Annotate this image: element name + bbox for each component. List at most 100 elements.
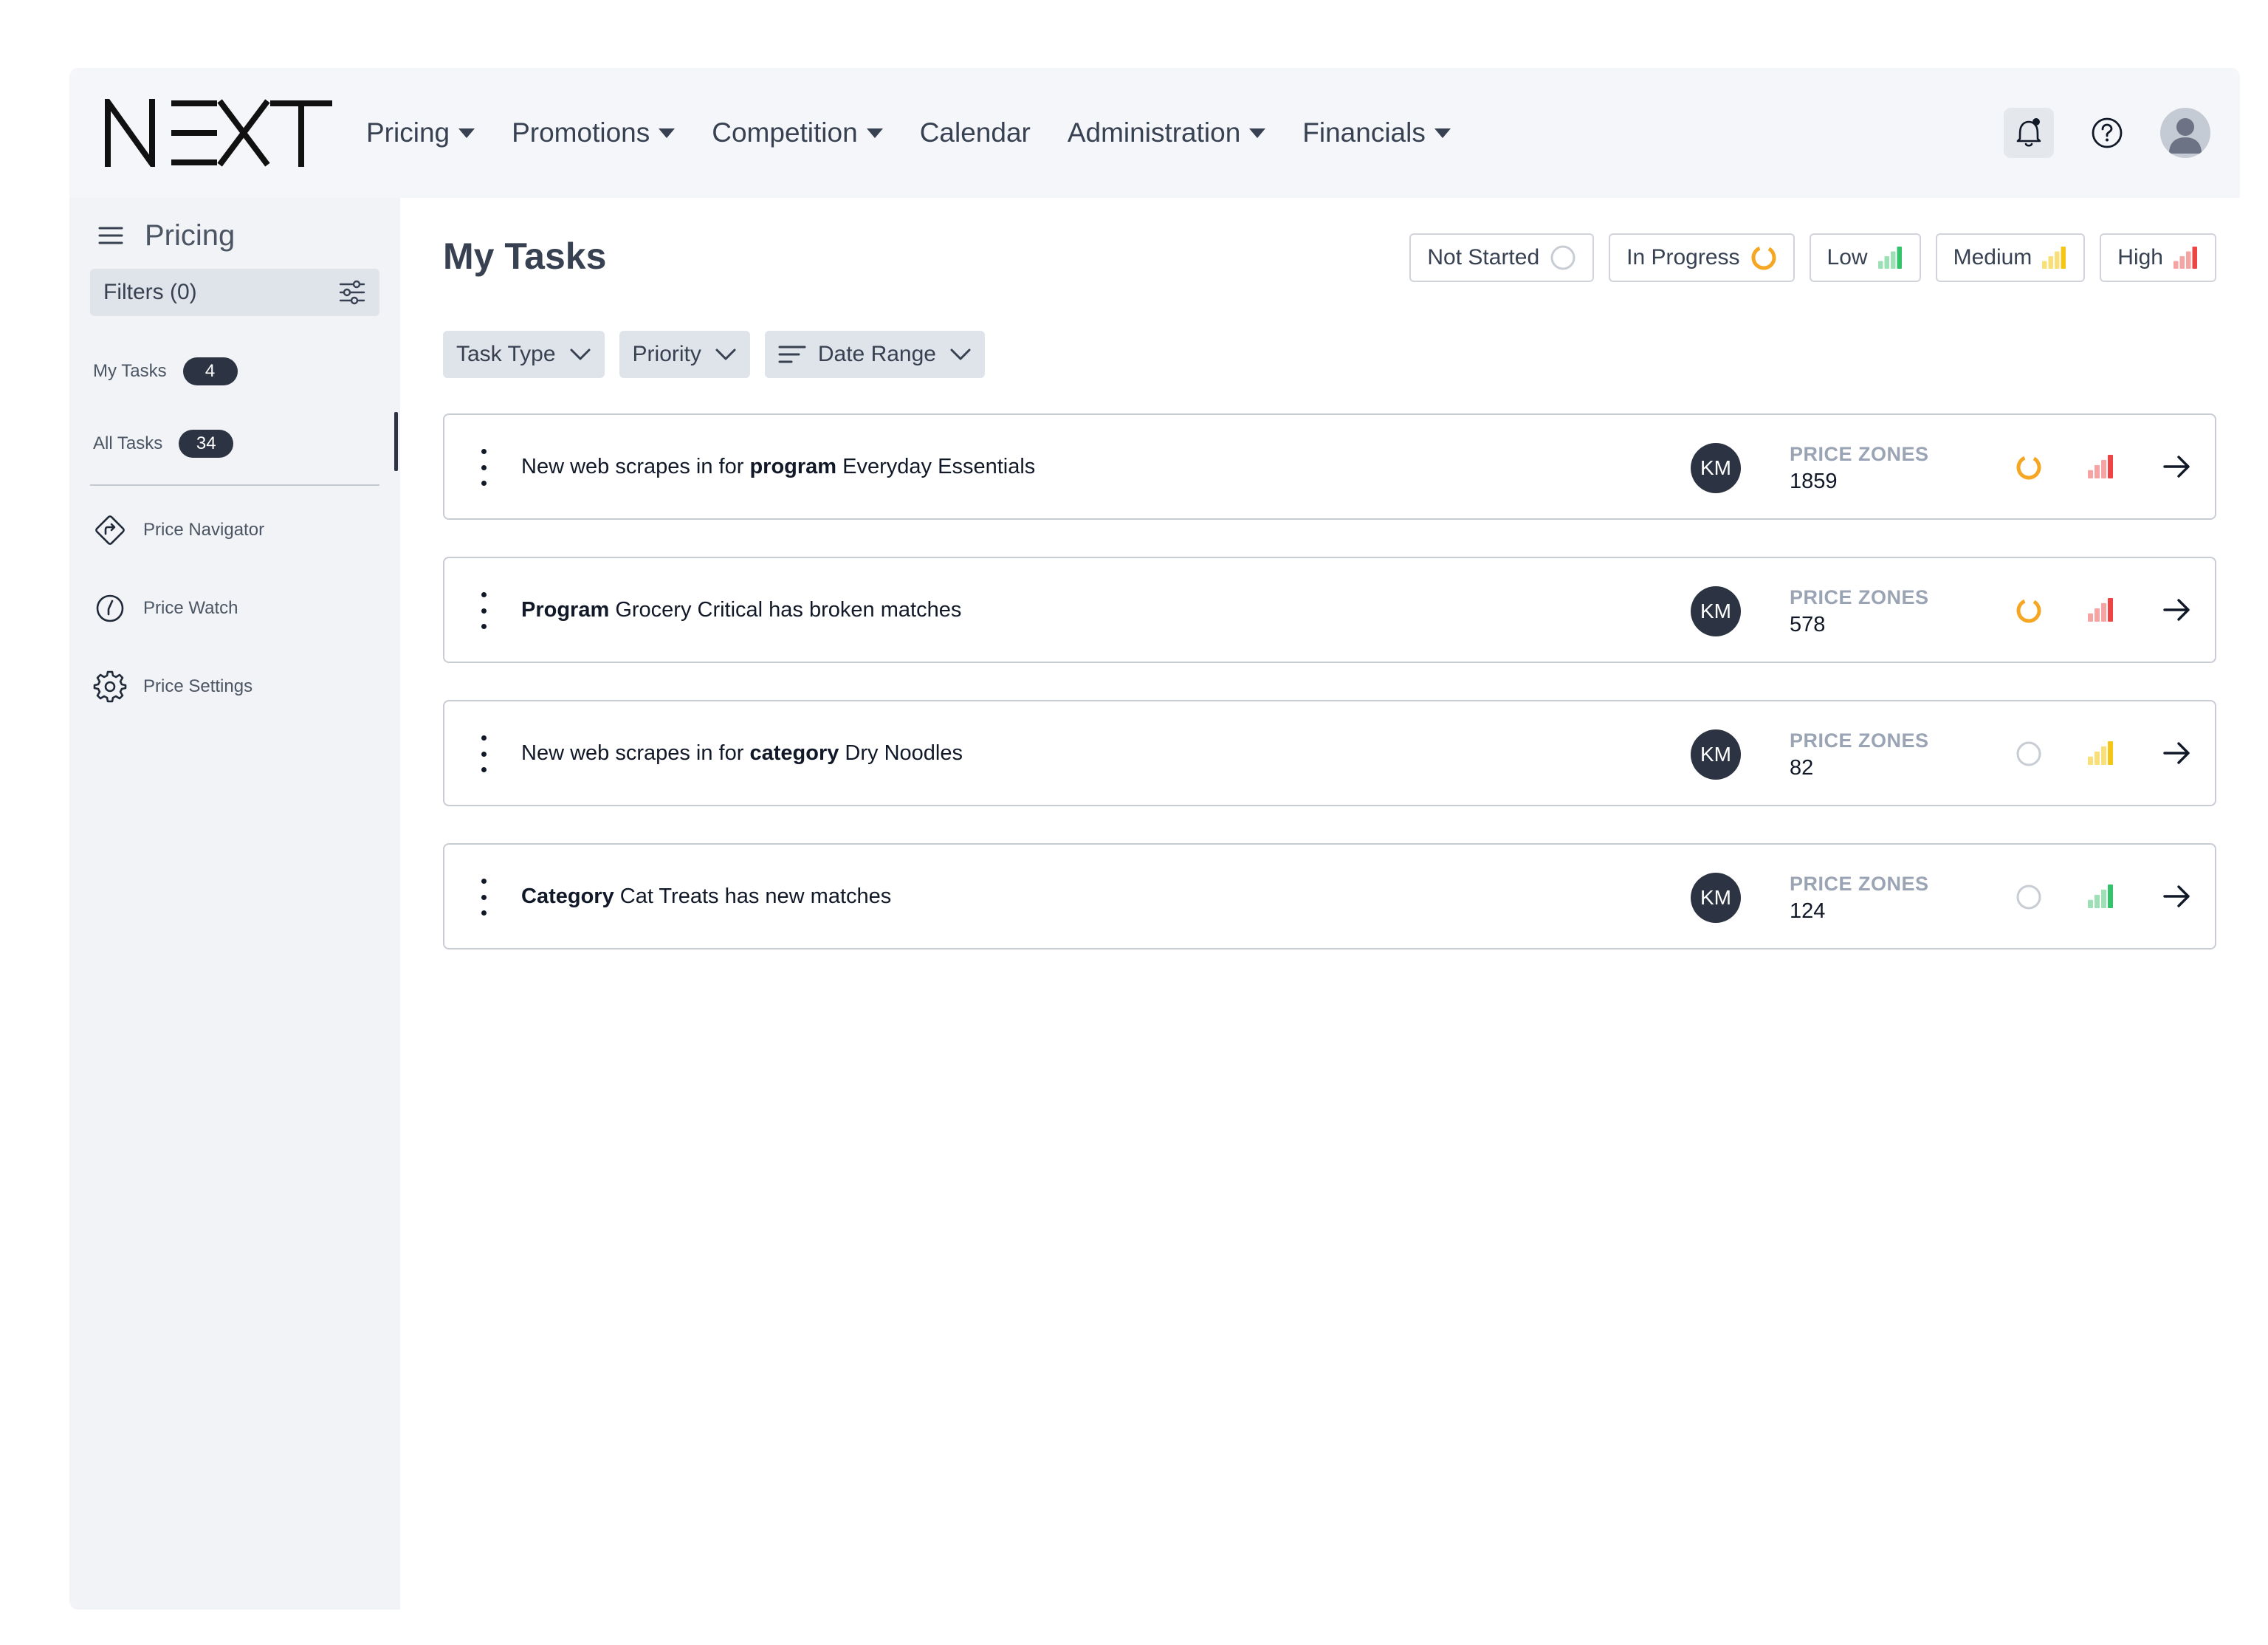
task-card[interactable]: Program Grocery Critical has broken matc… (443, 557, 2216, 663)
nav-promotions[interactable]: Promotions (512, 117, 676, 148)
arrow-right-icon[interactable] (2159, 879, 2194, 914)
chevron-down-icon (715, 348, 737, 361)
date-range-filter[interactable]: Date Range (764, 331, 985, 378)
priority-low-icon (2088, 884, 2114, 908)
sidebar: Pricing Filters (0) My Tasks 4 All Tasks 34 (69, 198, 400, 1610)
kebab-menu-icon[interactable] (478, 735, 489, 772)
caret-down-icon (866, 128, 883, 138)
assignee-avatar[interactable]: KM (1691, 586, 1741, 636)
filters-button[interactable]: Filters (0) (90, 269, 379, 316)
not-started-icon (1550, 244, 1576, 271)
task-type-filter[interactable]: Task Type (443, 331, 605, 378)
task-text-entity: Category (521, 884, 614, 908)
nav-label: Calendar (919, 117, 1031, 148)
priority-low-icon (1877, 247, 1903, 269)
priority-filter-label: Priority (632, 342, 701, 366)
gear-icon (93, 670, 127, 704)
legend-label: In Progress (1626, 245, 1740, 269)
priority-filter[interactable]: Priority (619, 331, 750, 378)
legend-label: Not Started (1427, 245, 1540, 269)
task-card[interactable]: New web scrapes in for program Everyday … (443, 413, 2216, 520)
priority-high-icon (2088, 454, 2114, 478)
not-started-status-icon (2016, 741, 2042, 767)
caret-down-icon (659, 128, 676, 138)
assignee-avatar[interactable]: KM (1691, 729, 1741, 780)
arrow-right-icon[interactable] (2159, 592, 2194, 628)
sidebar-header: Pricing (97, 211, 235, 260)
nav-label: Promotions (512, 117, 650, 148)
arrow-right-icon[interactable] (2159, 449, 2194, 484)
top-icons (1976, 68, 2210, 198)
sidebar-item-price-navigator[interactable]: Price Navigator (93, 508, 382, 552)
price-zones-label: PRICE ZONES (1790, 586, 1929, 608)
sidebar-item-all-tasks[interactable]: All Tasks 34 (93, 425, 382, 462)
legend-priority-high[interactable]: High (2100, 233, 2216, 282)
sidebar-item-price-settings[interactable]: Price Settings (93, 664, 382, 709)
main-nav: Pricing Promotions Competition Calendar Admi… (366, 68, 1488, 198)
sidebar-item-price-watch[interactable]: Price Watch (93, 586, 382, 631)
price-zones-value: 1859 (1790, 470, 1838, 493)
kebab-menu-icon[interactable] (478, 592, 489, 629)
task-text-post: Everyday Essentials (836, 454, 1036, 478)
task-card[interactable]: New web scrapes in for category Dry Nood… (443, 700, 2216, 806)
price-zones-label: PRICE ZONES (1790, 443, 1929, 465)
nav-calendar[interactable]: Calendar (920, 117, 1031, 148)
help-icon[interactable] (2082, 108, 2132, 158)
user-icon (2169, 118, 2202, 154)
task-description: Program Grocery Critical has broken matc… (521, 558, 961, 662)
arrow-right-icon[interactable] (2159, 735, 2194, 771)
top-bar: Pricing Promotions Competition Calendar Admi… (69, 68, 2240, 198)
sidebar-item-label: Price Settings (143, 676, 253, 696)
task-card[interactable]: Category Cat Treats has new matches KM PRI… (443, 843, 2216, 949)
price-zones-label: PRICE ZONES (1790, 873, 1929, 895)
assignee-avatar[interactable]: KM (1691, 873, 1741, 923)
filters-label: Filters (0) (103, 280, 197, 304)
legend-status-not-started[interactable]: Not Started (1409, 233, 1595, 282)
nav-administration[interactable]: Administration (1067, 117, 1266, 148)
legend-label: Medium (1953, 245, 2032, 269)
caret-down-icon (1249, 128, 1266, 138)
task-text-post: Grocery Critical has broken matches (609, 597, 962, 622)
user-avatar[interactable] (2160, 108, 2210, 158)
assignee-avatar[interactable]: KM (1691, 443, 1741, 493)
nav-competition[interactable]: Competition (712, 117, 883, 148)
task-description: New web scrapes in for category Dry Nood… (521, 701, 963, 805)
nav-label: Administration (1067, 117, 1241, 148)
sidebar-title: Pricing (145, 219, 236, 252)
nav-financials[interactable]: Financials (1302, 117, 1451, 148)
priority-high-icon (2088, 597, 2114, 622)
sidebar-links: Price Navigator Price Watch Price Settin… (93, 508, 382, 743)
legend-priority-low[interactable]: Low (1809, 233, 1921, 282)
navigator-icon (93, 513, 127, 547)
sort-lines-icon (778, 344, 806, 365)
in-progress-status-icon (2016, 454, 2042, 481)
chevron-down-icon (949, 348, 972, 361)
kebab-menu-icon[interactable] (478, 879, 489, 916)
price-zones-value: 82 (1790, 756, 1814, 780)
task-description: New web scrapes in for program Everyday … (521, 415, 1035, 518)
sidebar-item-my-tasks[interactable]: My Tasks 4 (93, 353, 382, 390)
kebab-menu-icon[interactable] (478, 449, 489, 486)
next-logo[interactable] (103, 99, 332, 167)
nav-label: Pricing (366, 117, 450, 148)
hamburger-icon[interactable] (97, 225, 124, 246)
legend-status-in-progress[interactable]: In Progress (1609, 233, 1795, 282)
priority-medium-icon (2042, 247, 2067, 269)
legend-label: High (2117, 245, 2163, 269)
sidebar-task-counts: My Tasks 4 All Tasks 34 (93, 353, 382, 498)
sidebar-divider (90, 484, 379, 486)
count-badge: 34 (179, 430, 234, 458)
bell-icon[interactable] (2004, 108, 2054, 158)
legend-priority-medium[interactable]: Medium (1935, 233, 2086, 282)
price-zones-value: 578 (1790, 613, 1826, 636)
task-text-pre: New web scrapes in for (521, 454, 750, 478)
price-zones-label: PRICE ZONES (1790, 729, 1929, 752)
priority-medium-icon (2088, 741, 2114, 765)
task-text-post: Dry Noodles (839, 741, 963, 765)
task-text-pre: New web scrapes in for (521, 741, 750, 765)
active-indicator (394, 412, 398, 471)
caret-down-icon (1434, 128, 1451, 138)
in-progress-icon (1750, 244, 1777, 271)
priority-high-icon (2174, 247, 2199, 269)
nav-pricing[interactable]: Pricing (366, 117, 475, 148)
